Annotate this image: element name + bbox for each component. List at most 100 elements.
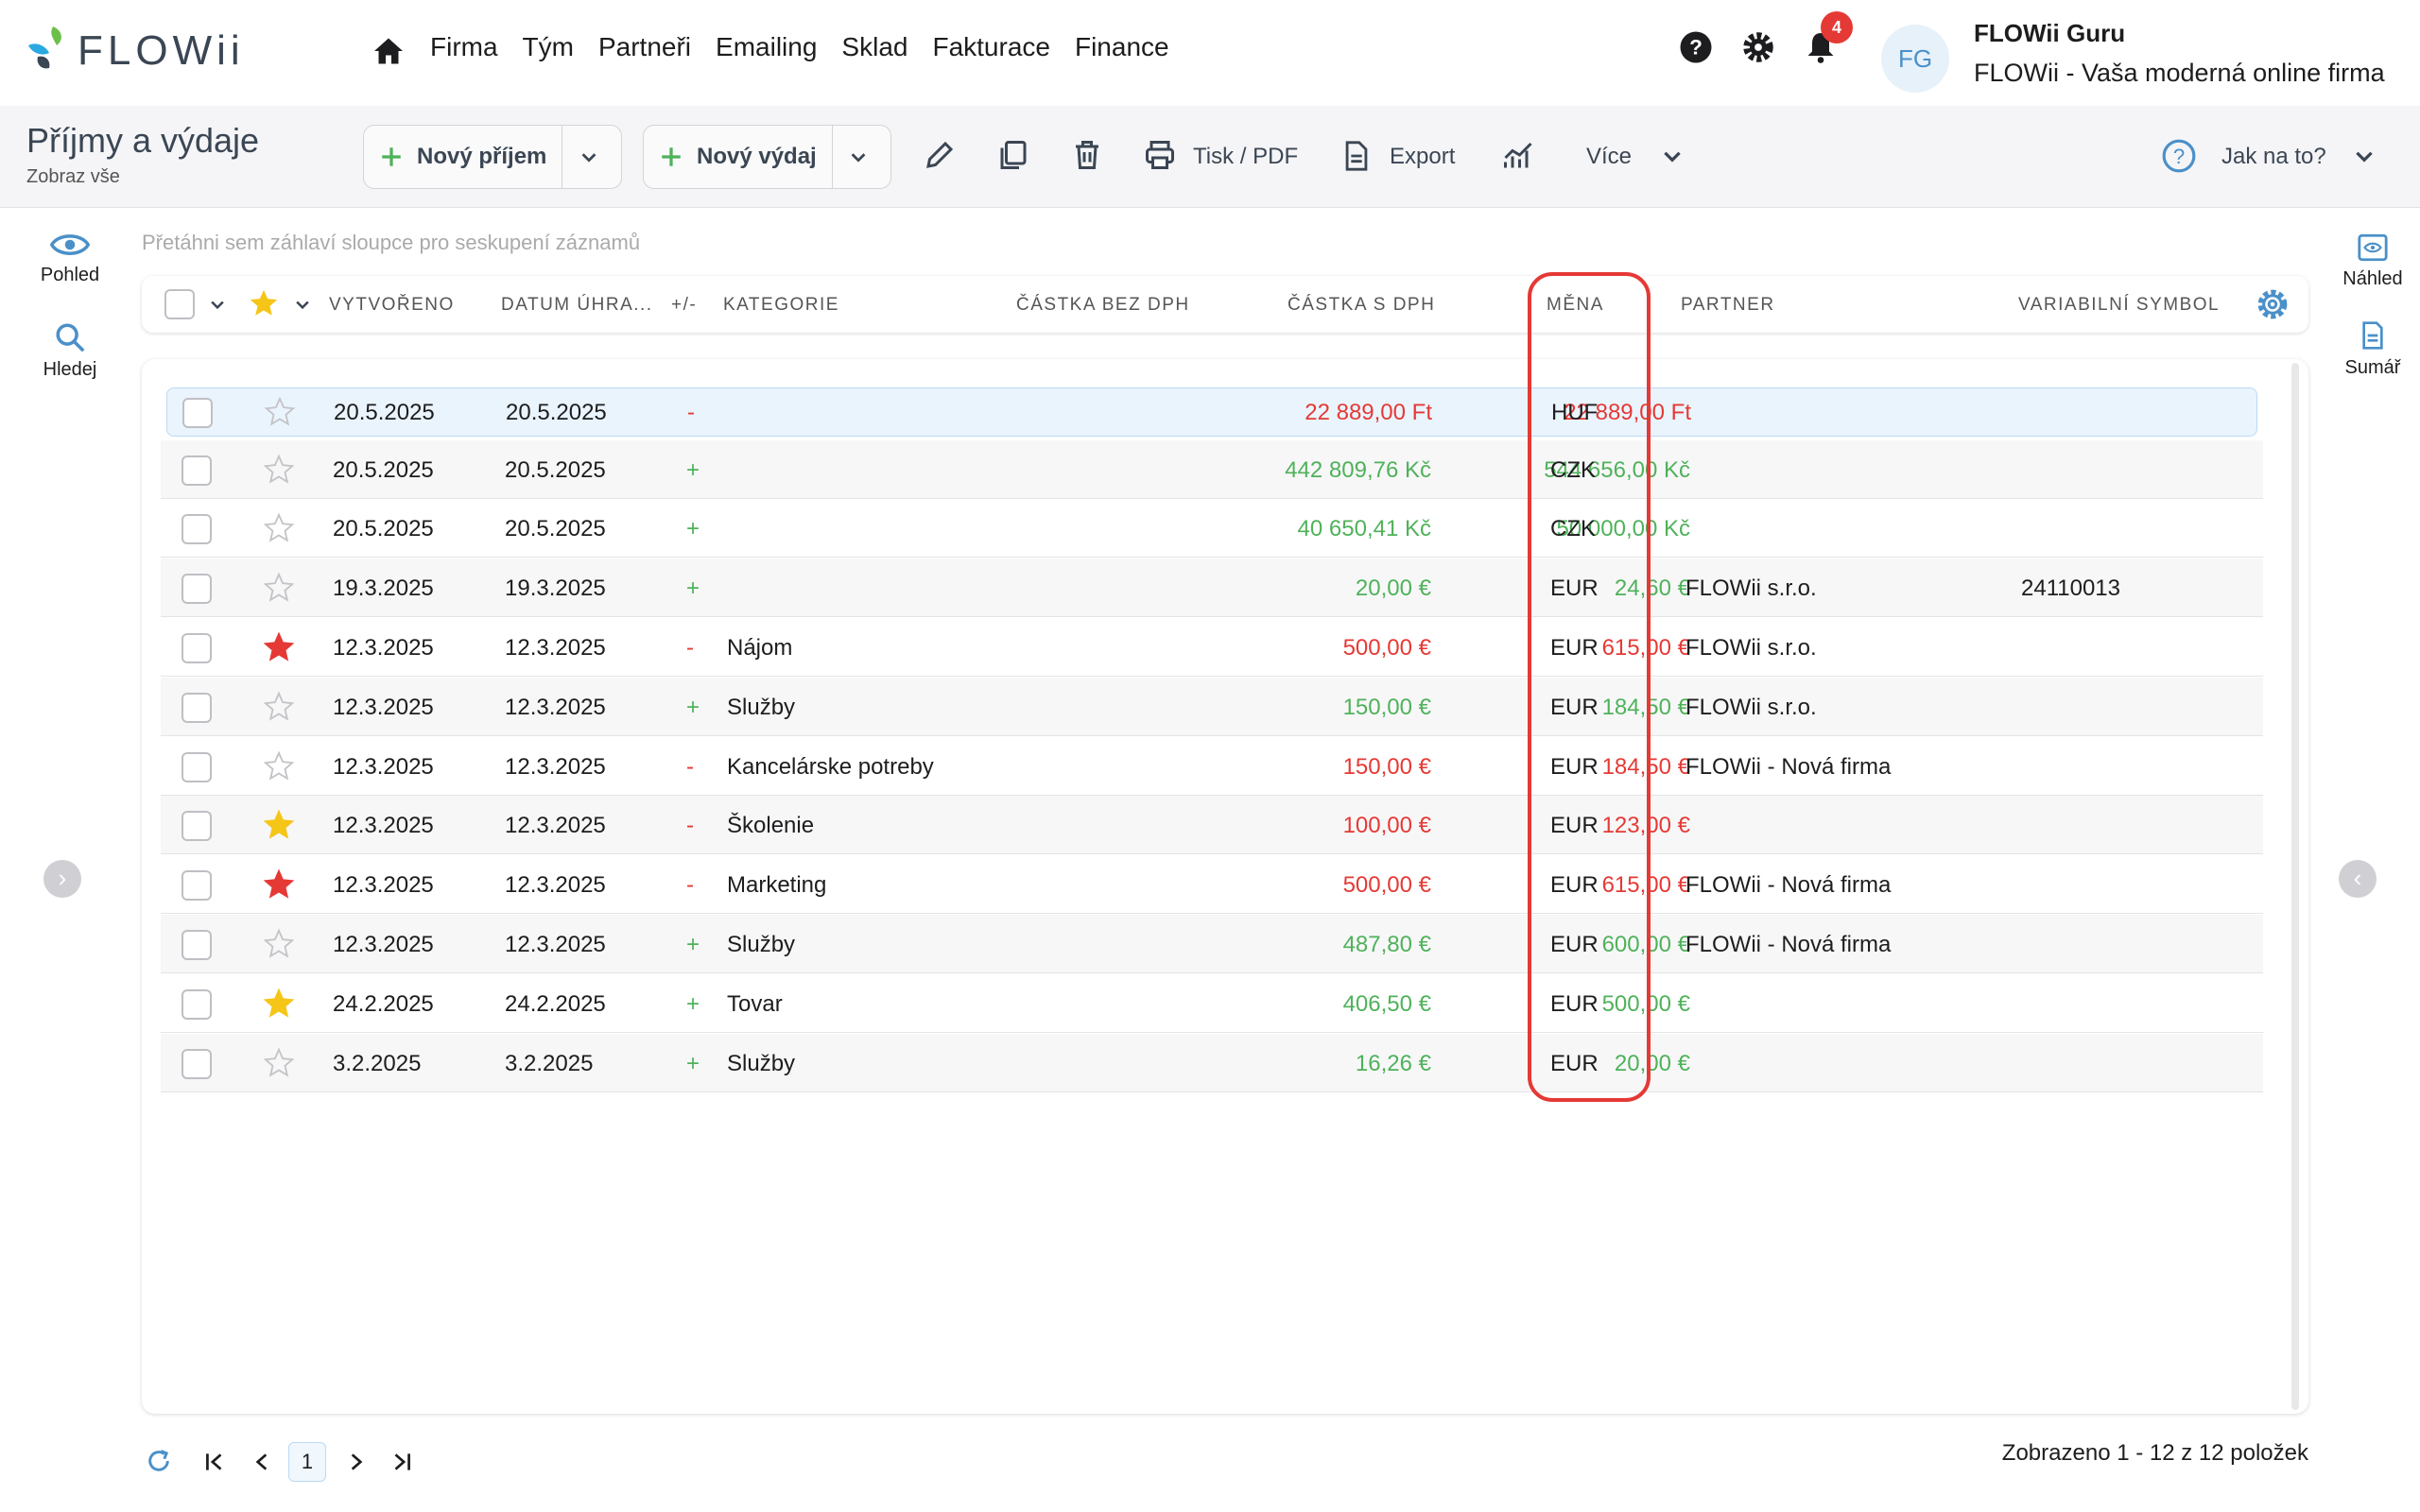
column-header-gross[interactable]: ČÁSTKA S DPH [1288, 295, 1435, 316]
new-income-dropdown[interactable] [562, 126, 614, 188]
star-filter-icon[interactable] [248, 287, 280, 319]
row-checkbox[interactable] [182, 870, 212, 901]
table-row[interactable]: 24.2.2025 24.2.2025 + Tovar 406,50 €500,00 €… [161, 974, 2263, 1033]
star-icon[interactable] [263, 988, 295, 1024]
current-page-button[interactable]: 1 [288, 1442, 326, 1482]
table-row[interactable]: 19.3.2025 19.3.2025 +20,00 €24,60 € EUR FLOW… [161, 558, 2263, 617]
star-icon[interactable] [263, 1047, 295, 1084]
row-checkbox[interactable] [182, 455, 212, 486]
nav-item-firma[interactable]: Firma [430, 32, 498, 62]
select-all-checkbox[interactable] [164, 289, 195, 319]
new-income-button[interactable]: Nový příjem [364, 126, 562, 188]
cell-net: 487,80 € [1342, 932, 1431, 957]
nav-item-sklad[interactable]: Sklad [841, 32, 908, 62]
star-icon[interactable] [263, 512, 295, 549]
chevron-down-icon[interactable] [293, 295, 312, 314]
table-row[interactable]: 12.3.2025 12.3.2025 + Služby 487,80 €600,00 … [161, 915, 2263, 973]
column-header-partner[interactable]: PARTNER [1681, 295, 1775, 316]
last-page-icon[interactable] [389, 1450, 414, 1474]
more-button[interactable]: Více [1586, 144, 1632, 170]
trash-icon[interactable] [1070, 138, 1104, 179]
group-by-dropzone[interactable]: Přetáhni sem záhlaví sloupce pro seskupe… [142, 231, 640, 255]
settings-gear-icon[interactable] [1741, 30, 1775, 64]
row-checkbox[interactable] [182, 930, 212, 960]
user-firm[interactable]: FLOWii - Vaša moderná online firma [1974, 59, 2385, 88]
how-to-button[interactable]: Jak na to? [2221, 144, 2326, 170]
export-button[interactable]: Export [1390, 144, 1455, 170]
sidebar-summary-button[interactable]: Sumář [2325, 319, 2420, 379]
flowii-logo[interactable]: FLOWii [25, 25, 245, 77]
table-row[interactable]: 20.5.2025 20.5.2025 +40 650,41 Kč 50 000,00… [161, 499, 2263, 558]
star-icon[interactable] [263, 631, 295, 668]
row-checkbox[interactable] [182, 693, 212, 723]
page-subtitle[interactable]: Zobraz vše [26, 166, 120, 188]
edit-pencil-icon[interactable] [923, 138, 957, 179]
table-row[interactable]: 12.3.2025 12.3.2025- Nájom 500,00 €615,00 €… [161, 618, 2263, 677]
chevron-down-icon[interactable] [1660, 144, 1685, 175]
row-checkbox[interactable] [182, 811, 212, 841]
row-checkbox[interactable] [182, 989, 212, 1020]
table-row[interactable]: 12.3.2025 12.3.2025 - Kancelárske potreby 15… [161, 737, 2263, 796]
star-icon[interactable] [263, 572, 295, 609]
star-icon[interactable] [263, 809, 295, 846]
help-icon[interactable]: ? [1679, 30, 1713, 64]
new-expense-dropdown[interactable] [831, 126, 885, 188]
vertical-scrollbar[interactable] [2291, 363, 2299, 1410]
print-pdf-button[interactable]: Tisk / PDF [1193, 144, 1298, 170]
sidebar-view-button[interactable]: Pohled [0, 231, 140, 286]
row-checkbox[interactable] [182, 398, 213, 428]
column-header-net[interactable]: ČÁSTKA BEZ DPH [1016, 295, 1190, 316]
table-row[interactable]: 12.3.2025 12.3.2025- Školenie 100,00 €123,0… [161, 796, 2263, 854]
star-icon[interactable] [263, 928, 295, 965]
sidebar-preview-button[interactable]: Náhled [2325, 232, 2420, 290]
previous-page-icon[interactable] [250, 1450, 274, 1474]
nav-item-partneri[interactable]: Partneři [598, 32, 691, 62]
next-page-icon[interactable] [344, 1450, 369, 1474]
first-page-icon[interactable] [202, 1450, 227, 1474]
chevron-down-icon[interactable] [2352, 144, 2377, 175]
nav-item-finance[interactable]: Finance [1075, 32, 1169, 62]
column-header-vs[interactable]: VARIABILNÍ SYMBOL [2018, 295, 2220, 316]
refresh-icon[interactable] [146, 1448, 172, 1474]
preview-icon [2358, 233, 2388, 262]
chart-icon[interactable] [1501, 138, 1535, 179]
column-header-created[interactable]: VYTVOŘENO [329, 295, 455, 316]
row-checkbox[interactable] [182, 633, 212, 663]
cell-paid: 20.5.2025 [505, 516, 606, 541]
star-icon[interactable] [263, 750, 295, 787]
column-header-sign[interactable]: +/- [671, 295, 697, 316]
column-header-paid[interactable]: DATUM ÚHRA... [501, 295, 653, 316]
table-row[interactable]: 3.2.2025 3.2.2025 + Služby 16,26 €20,00 € EUR [161, 1034, 2263, 1092]
new-expense-button[interactable]: Nový výdaj [644, 126, 832, 188]
table-row[interactable]: 20.5.2025 20.5.2025-22 889,00 Ft 22 889,00… [166, 387, 2257, 437]
sidebar-search-button[interactable]: Hledej [0, 321, 140, 381]
nav-item-tym[interactable]: Tým [523, 32, 574, 62]
table-row[interactable]: 20.5.2025 20.5.2025 +442 809,76 Kč 544 656,… [161, 440, 2263, 499]
row-checkbox[interactable] [182, 752, 212, 782]
home-icon[interactable] [372, 34, 406, 75]
table-row[interactable]: 12.3.2025 12.3.2025- Marketing 500,00 €615,… [161, 855, 2263, 914]
expand-left-arrow-icon[interactable]: › [43, 860, 81, 898]
nav-item-fakturace[interactable]: Fakturace [932, 32, 1050, 62]
column-settings-gear-icon[interactable] [2256, 287, 2290, 321]
user-name[interactable]: FLOWii Guru [1974, 19, 2125, 48]
star-icon[interactable] [264, 396, 296, 433]
chevron-down-icon[interactable] [208, 295, 227, 314]
cell-paid: 12.3.2025 [505, 754, 606, 780]
nav-item-emailing[interactable]: Emailing [716, 32, 817, 62]
collapse-right-arrow-icon[interactable]: ‹ [2339, 860, 2377, 898]
table-row[interactable]: 12.3.2025 12.3.2025 + Služby 150,00 €184,50 … [161, 678, 2263, 736]
star-icon[interactable] [263, 691, 295, 728]
row-checkbox[interactable] [182, 1049, 212, 1079]
copy-icon[interactable] [996, 138, 1030, 179]
help-circle-icon[interactable]: ? [2161, 138, 2197, 180]
row-checkbox[interactable] [182, 574, 212, 604]
star-icon[interactable] [263, 868, 295, 905]
row-checkbox[interactable] [182, 514, 212, 544]
printer-icon[interactable] [1142, 138, 1178, 179]
user-avatar[interactable]: FG [1881, 25, 1949, 93]
cell-paid: 19.3.2025 [505, 576, 606, 601]
star-icon[interactable] [263, 454, 295, 490]
column-header-category[interactable]: KATEGORIE [723, 295, 839, 316]
export-document-icon[interactable] [1340, 138, 1373, 180]
